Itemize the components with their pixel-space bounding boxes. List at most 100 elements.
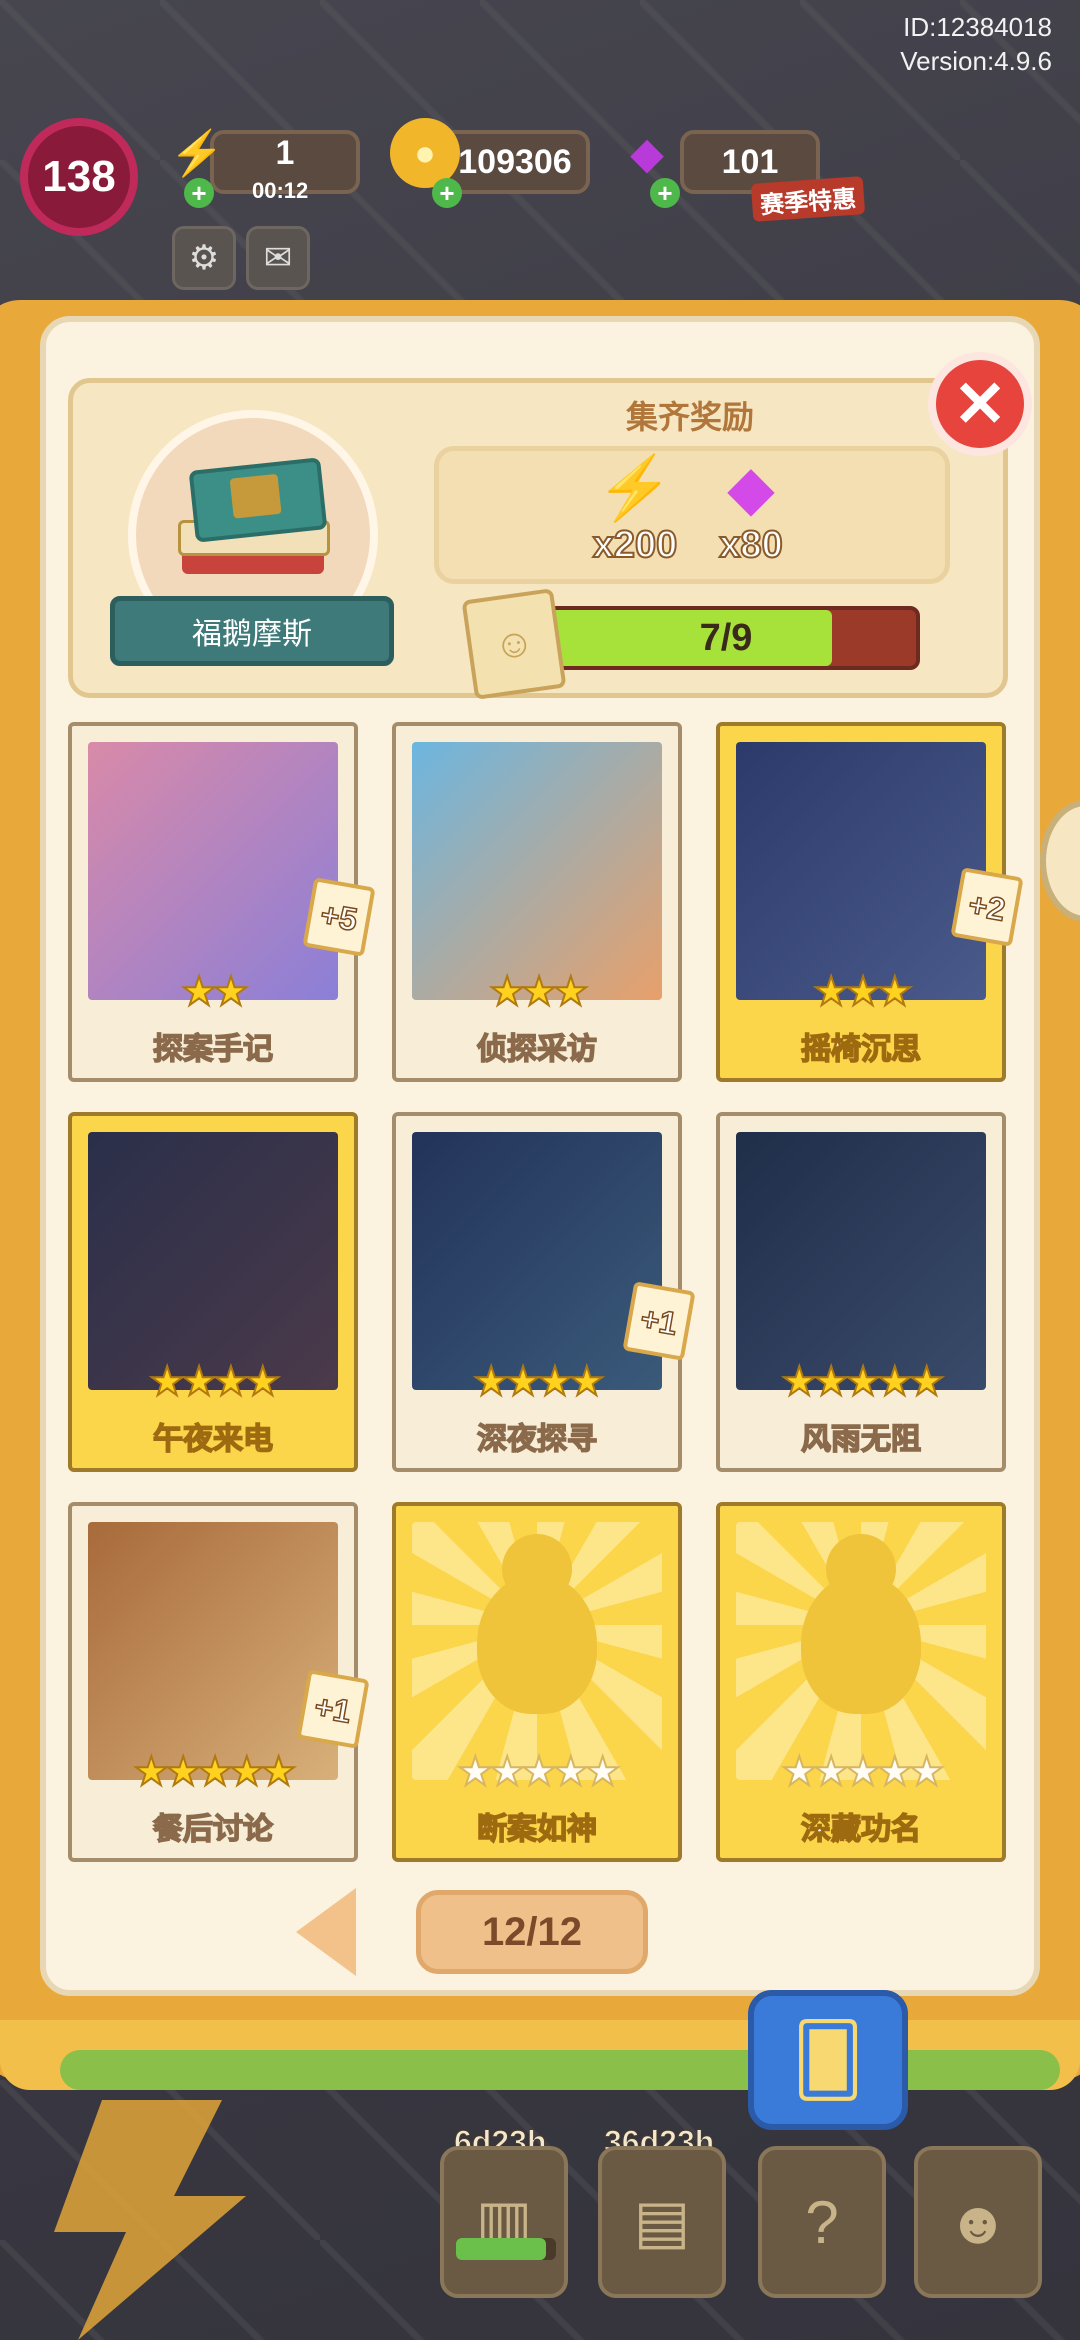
album-card[interactable]: ★★★★★ 深藏功名 bbox=[716, 1502, 1006, 1862]
star-icon: ★ bbox=[260, 1749, 298, 1795]
star-icon: ★ bbox=[180, 969, 218, 1015]
star-icon: ★ bbox=[456, 1749, 494, 1795]
close-icon: ✕ bbox=[953, 367, 1007, 440]
card-stars: ★★★ bbox=[396, 969, 678, 1015]
card-collection-button[interactable]: 🂠 bbox=[748, 1990, 908, 2130]
star-icon: ★ bbox=[568, 1359, 606, 1405]
progress-text: 7/9 bbox=[699, 616, 753, 659]
album-card[interactable]: ★★★★★ 餐后讨论 +1 bbox=[68, 1502, 370, 1862]
progress-fill bbox=[456, 2238, 546, 2260]
star-icon: ★ bbox=[552, 969, 590, 1015]
star-icon: ★ bbox=[876, 1359, 914, 1405]
page-indicator: 12/12 bbox=[416, 1890, 648, 1974]
album-card[interactable]: ★★★★★ 风雨无阻 bbox=[716, 1112, 1006, 1472]
settings-icon[interactable]: ⚙ bbox=[172, 226, 236, 290]
locked-card-placeholder bbox=[736, 1522, 986, 1780]
version-label: Version:4.9.6 bbox=[900, 46, 1052, 76]
add-gems-button[interactable]: + bbox=[650, 178, 680, 208]
card-artwork bbox=[736, 742, 986, 1000]
star-icon: ★ bbox=[472, 1359, 510, 1405]
duplicate-count-badge: +5 bbox=[302, 877, 376, 957]
coin-counter[interactable]: 109306 bbox=[440, 130, 590, 194]
album-card[interactable]: ★★★★ 午夜来电 bbox=[68, 1112, 358, 1472]
star-icon: ★ bbox=[844, 969, 882, 1015]
card-name: 深藏功名 bbox=[800, 1812, 922, 1847]
card-stars: ★★★★★ bbox=[396, 1749, 678, 1795]
star-icon: ★ bbox=[180, 1359, 218, 1405]
star-icon: ★ bbox=[148, 1359, 186, 1405]
star-icon: ★ bbox=[812, 1749, 850, 1795]
star-icon: ★ bbox=[212, 1359, 250, 1405]
card-name: 午夜来电 bbox=[152, 1422, 274, 1457]
star-icon: ★ bbox=[780, 1359, 818, 1405]
star-icon: ★ bbox=[212, 969, 250, 1015]
pillar-icon[interactable]: ▥ bbox=[440, 2146, 568, 2298]
help-icon[interactable]: ? bbox=[758, 2146, 886, 2298]
album-name: 福鹅摩斯 bbox=[192, 618, 312, 651]
card-artwork bbox=[88, 1522, 338, 1780]
card-artwork bbox=[88, 1132, 338, 1390]
album-name-ribbon: 福鹅摩斯 bbox=[110, 596, 394, 666]
star-icon: ★ bbox=[584, 1749, 622, 1795]
star-icon: ★ bbox=[520, 1749, 558, 1795]
user-id: ID:12384018 bbox=[903, 12, 1052, 42]
card-name: 餐后讨论 bbox=[152, 1812, 274, 1847]
star-icon: ★ bbox=[488, 969, 526, 1015]
star-icon: ★ bbox=[488, 1749, 526, 1795]
star-icon: ★ bbox=[228, 1749, 266, 1795]
album-card[interactable]: ★★★ 摇椅沉思 +2 bbox=[716, 722, 1024, 1082]
card-stars: ★★★★★ bbox=[720, 1359, 1002, 1405]
star-icon: ★ bbox=[908, 1359, 946, 1405]
star-icon: ★ bbox=[876, 1749, 914, 1795]
lightning-icon: ⚡ bbox=[596, 454, 674, 523]
player-level-badge[interactable]: 138 bbox=[20, 118, 138, 236]
star-icon: ★ bbox=[844, 1749, 882, 1795]
gem-value: 101 bbox=[721, 142, 779, 181]
star-icon: ★ bbox=[520, 969, 558, 1015]
card-name: 断案如神 bbox=[476, 1812, 598, 1847]
gem-icon: ◆ bbox=[727, 454, 775, 523]
add-energy-button[interactable]: + bbox=[184, 178, 214, 208]
chevron-left-icon[interactable] bbox=[296, 1888, 356, 1976]
card-artwork bbox=[412, 742, 662, 1000]
cards-icon[interactable]: ▤ bbox=[598, 2146, 726, 2298]
card-stars: ★★★★ bbox=[72, 1359, 354, 1405]
star-icon: ★ bbox=[552, 1749, 590, 1795]
card-stars: ★★★ bbox=[720, 969, 1002, 1015]
card-name: 深夜探寻 bbox=[476, 1422, 598, 1457]
event-progress-bar bbox=[456, 2238, 556, 2260]
album-card[interactable]: ★★ 探案手记 +5 bbox=[68, 722, 376, 1082]
star-icon: ★ bbox=[196, 1749, 234, 1795]
star-icon: ★ bbox=[908, 1749, 946, 1795]
reward-qty: x80 bbox=[718, 523, 783, 567]
reward-title: 集齐奖励 bbox=[625, 399, 754, 435]
star-icon: ★ bbox=[132, 1749, 170, 1795]
album-card[interactable]: ★★★ 侦探采访 bbox=[392, 722, 682, 1082]
card-stars: ★★ bbox=[72, 969, 354, 1015]
star-icon: ★ bbox=[844, 1359, 882, 1405]
card-stars: ★★★★★ bbox=[720, 1749, 1002, 1795]
star-icon: ★ bbox=[780, 1749, 818, 1795]
cards-icon: 🂠 bbox=[792, 2021, 864, 2099]
season-offer-tag[interactable]: 赛季特惠 bbox=[750, 176, 866, 222]
add-coins-button[interactable]: + bbox=[432, 178, 462, 208]
card-name: 摇椅沉思 bbox=[800, 1032, 922, 1067]
duplicate-count-badge: +1 bbox=[622, 1281, 696, 1361]
album-card[interactable]: ★★★★ 深夜探寻 +1 bbox=[392, 1112, 696, 1472]
energy-value: 1 bbox=[275, 133, 295, 172]
mail-icon[interactable]: ✉ bbox=[246, 226, 310, 290]
card-name: 风雨无阻 bbox=[800, 1422, 922, 1457]
reward-energy: ⚡ x200 bbox=[580, 454, 690, 567]
reward-qty: x200 bbox=[592, 523, 679, 567]
star-icon: ★ bbox=[504, 1359, 542, 1405]
locked-card-placeholder bbox=[412, 1522, 662, 1780]
coin-value: 109306 bbox=[458, 142, 572, 181]
close-button[interactable]: ✕ bbox=[928, 352, 1032, 456]
characters-icon[interactable]: ☻ bbox=[914, 2146, 1042, 2298]
collection-progress-bar: 7/9 bbox=[532, 606, 920, 670]
star-icon: ★ bbox=[876, 969, 914, 1015]
album-card[interactable]: ★★★★★ 断案如神 bbox=[392, 1502, 682, 1862]
card-artwork bbox=[736, 1132, 986, 1390]
version-info: ID:12384018 Version:4.9.6 bbox=[900, 10, 1052, 78]
card-icon: ☺ bbox=[461, 588, 567, 700]
